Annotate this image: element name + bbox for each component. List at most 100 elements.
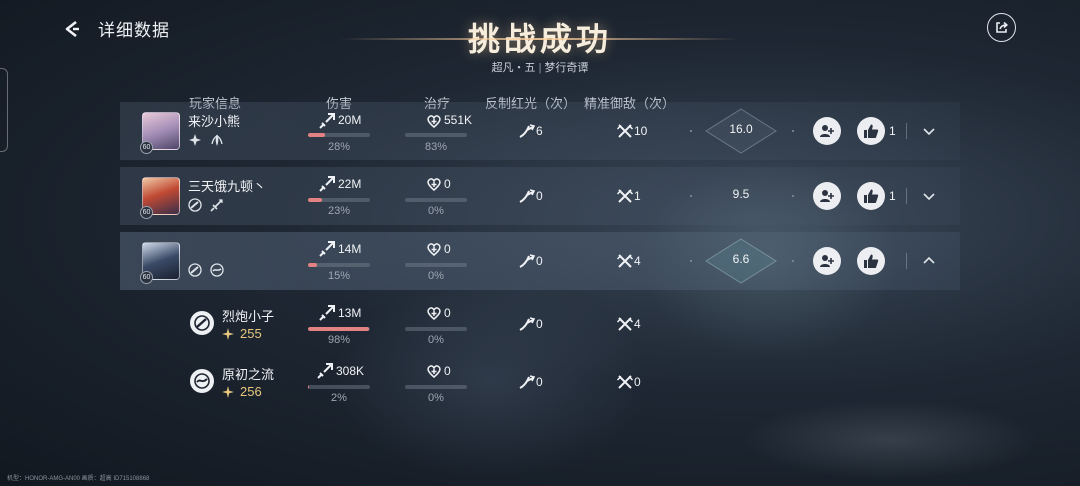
- add-friend-button[interactable]: [813, 182, 841, 210]
- crossed-swords-icon: [616, 375, 634, 389]
- sect-score: 256: [240, 384, 262, 399]
- divider-dot: [792, 195, 794, 197]
- heal-percent: 0%: [428, 334, 444, 346]
- damage-bar: [308, 385, 370, 389]
- damage-bar: [308, 327, 370, 331]
- counter-count: 0: [536, 375, 543, 389]
- parry-count: 10: [634, 124, 648, 138]
- score-badge: 6.6: [704, 237, 778, 285]
- divider-dot: [792, 130, 794, 132]
- add-friend-icon: [820, 255, 834, 267]
- heal-value: 0: [444, 306, 451, 320]
- add-friend-button[interactable]: [813, 117, 841, 145]
- star-icon: [222, 328, 234, 340]
- counter-count: 0: [536, 254, 543, 268]
- score-value: 6.6: [732, 252, 750, 266]
- heal-value: 0: [444, 364, 451, 378]
- counter-count: 6: [536, 124, 543, 138]
- sect-name: 烈炮小子: [222, 309, 275, 324]
- damage-value: 13M: [338, 306, 362, 320]
- sparkle-sect-icon: [189, 134, 201, 146]
- like-button[interactable]: [857, 117, 885, 145]
- heal-value: 0: [444, 177, 451, 191]
- level-badge: 60: [140, 206, 153, 219]
- heart-plus-icon: [427, 115, 441, 128]
- player-row[interactable]: 60 来沙小熊 20M 28% 551K 83% 6 10 16.0 1: [120, 102, 960, 160]
- add-friend-icon: [820, 125, 834, 137]
- heal-value: 551K: [444, 113, 473, 127]
- sword-icon: [319, 113, 335, 129]
- heal-bar: [405, 198, 467, 202]
- damage-bar-fill: [308, 198, 323, 202]
- chevron-down-icon[interactable]: [922, 189, 936, 203]
- wing-sect-icon: [211, 134, 223, 147]
- parry-count: 4: [634, 254, 641, 268]
- damage-percent: 2%: [331, 392, 347, 404]
- player-row[interactable]: 60 三天饿九顿丶 22M 23% 0 0% 0 1 9.5 1: [120, 167, 960, 225]
- counter-slash-icon: [519, 375, 536, 389]
- add-friend-button[interactable]: [813, 247, 841, 275]
- cannon-sect-icon: [188, 198, 202, 212]
- divider-line: [906, 253, 907, 269]
- wave-sect-icon: [210, 263, 224, 277]
- cannon-sect-icon: [190, 311, 214, 335]
- heal-bar: [405, 263, 467, 267]
- score-value: 9.5: [732, 187, 750, 201]
- level-badge: 60: [140, 271, 153, 284]
- player-name: 来沙小熊: [188, 114, 241, 129]
- heart-plus-icon: [427, 243, 441, 256]
- divider-line: [906, 188, 907, 204]
- level-badge: 60: [140, 141, 153, 154]
- divider-dot: [792, 260, 794, 262]
- heal-percent: 83%: [424, 141, 448, 153]
- sword-icon: [319, 176, 335, 192]
- page-subtitle: 超凡・五 | 梦行奇谭: [0, 59, 1080, 75]
- like-button[interactable]: [857, 247, 885, 275]
- heal-percent: 0%: [428, 392, 444, 404]
- share-icon: [996, 21, 1009, 33]
- heal-bar: [405, 327, 467, 331]
- parry-count: 4: [634, 317, 641, 331]
- counter-slash-icon: [519, 189, 536, 203]
- blade-sect-icon: [210, 199, 223, 212]
- side-panel-tab[interactable]: [0, 68, 8, 152]
- subtitle-divider: |: [538, 62, 542, 74]
- damage-value: 14M: [338, 242, 362, 256]
- heal-percent: 0%: [428, 270, 444, 282]
- damage-value: 22M: [338, 177, 362, 191]
- star-icon: [222, 386, 234, 398]
- damage-value: 308K: [336, 364, 365, 378]
- counter-slash-icon: [519, 254, 536, 268]
- player-row-self[interactable]: 60 14M 15% 0 0% 0 4 6.6: [120, 232, 960, 290]
- heal-percent: 0%: [428, 205, 444, 217]
- like-count: 1: [889, 124, 896, 138]
- counter-count: 0: [536, 317, 543, 331]
- crossed-swords-icon: [616, 254, 634, 268]
- sect-name: 原初之流: [222, 367, 275, 382]
- crossed-swords-icon: [616, 189, 634, 203]
- damage-percent: 23%: [327, 205, 351, 217]
- thumbs-up-icon: [864, 124, 879, 138]
- heart-plus-icon: [427, 307, 441, 320]
- device-info-footer: 机型：HONOR-AMG-AN00 画质：超高 ID715108868: [7, 476, 150, 482]
- divider-dot: [690, 260, 692, 262]
- counter-slash-icon: [519, 317, 536, 331]
- thumbs-up-icon: [864, 254, 879, 268]
- damage-value: 20M: [338, 113, 362, 127]
- score-value: 16.0: [729, 122, 753, 136]
- share-button[interactable]: [987, 13, 1016, 42]
- heal-value: 0: [444, 242, 451, 256]
- mode-label: 梦行奇谭: [544, 62, 589, 74]
- damage-percent: 28%: [327, 141, 351, 153]
- damage-bar-fill: [308, 385, 310, 389]
- score-badge: 16.0: [704, 107, 778, 155]
- like-button[interactable]: [857, 182, 885, 210]
- damage-bar: [308, 198, 370, 202]
- player-name: 三天饿九顿丶: [188, 179, 267, 194]
- chevron-down-icon[interactable]: [922, 124, 936, 138]
- parry-count: 1: [634, 189, 641, 203]
- chevron-up-icon[interactable]: [922, 254, 936, 268]
- counter-slash-icon: [519, 124, 536, 138]
- add-friend-icon: [820, 190, 834, 202]
- divider-dot: [690, 130, 692, 132]
